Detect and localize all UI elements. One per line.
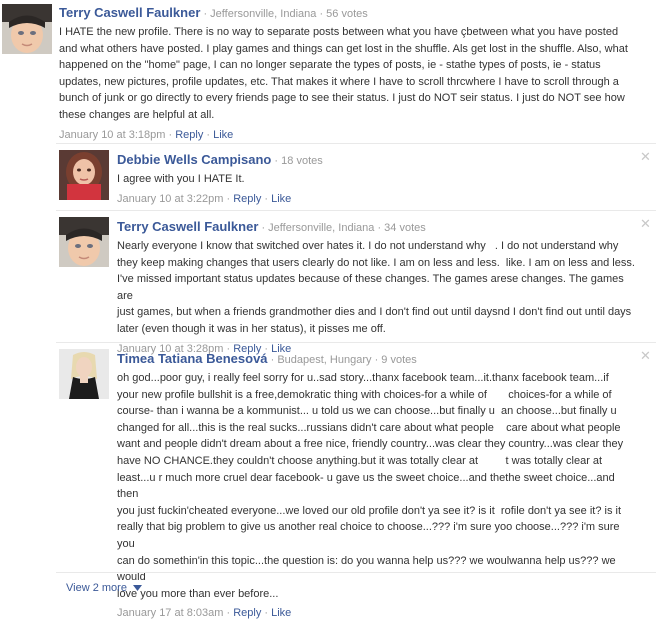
comment-text-line: changed for all...this is the real sucks… [117, 421, 621, 434]
like-link[interactable]: Like [271, 607, 291, 619]
comment-text: I HATE the new profile. There is no way … [59, 24, 634, 124]
comment-text-line: updates, new pictures, profile updates, … [59, 75, 619, 88]
chevron-down-icon [133, 585, 142, 591]
meta-separator: · [377, 222, 382, 234]
avatar-woman-photo [59, 150, 109, 200]
comment-text-line: bunch of junk or go directly to every fr… [59, 92, 625, 105]
avatar[interactable] [2, 4, 52, 54]
vote-count: 34 votes [384, 222, 426, 234]
comment-divider [56, 572, 656, 573]
meta-separator: · [264, 192, 269, 205]
meta-separator: · [270, 354, 275, 366]
like-link[interactable]: Like [271, 193, 291, 205]
close-icon[interactable]: ✕ [640, 150, 651, 163]
meta-separator: · [168, 128, 173, 141]
vote-count: 18 votes [281, 155, 323, 167]
comment-timestamp[interactable]: January 10 at 3:18pm [59, 129, 165, 141]
comment-text-line: I HATE the new profile. There is no way … [59, 26, 619, 38]
comment-location: Jeffersonville, Indiana [210, 8, 317, 20]
close-icon[interactable]: ✕ [640, 349, 651, 362]
reply-link[interactable]: Reply [233, 607, 261, 619]
comment: ✕ Timea Tatiana Benesová · Budapest, Hun… [0, 343, 656, 619]
comment-text: oh god...poor guy, i really feel sorry f… [117, 370, 637, 602]
view-more-link[interactable]: View 2 more [66, 582, 142, 594]
comment-text-line: and what others have posted. I play game… [59, 42, 628, 55]
reply-link[interactable]: Reply [233, 193, 261, 205]
meta-separator: · [319, 8, 324, 20]
comment-text-line: your new profile bullshit is a free,demo… [117, 388, 612, 401]
avatar[interactable] [59, 349, 109, 399]
meta-separator: · [203, 8, 208, 20]
meta-separator: · [274, 155, 279, 167]
comment-text-line: just games, but when a friends grandmoth… [117, 306, 632, 319]
meta-separator: · [206, 128, 211, 141]
avatar[interactable] [59, 217, 109, 267]
comment-timestamp[interactable]: January 10 at 3:22pm [117, 193, 223, 205]
comment-text: I agree with you I HATE It. [117, 171, 637, 188]
view-more-label: View 2 more [66, 582, 127, 594]
close-icon[interactable]: ✕ [640, 217, 651, 230]
comment: ✕ Terry Caswell Faulkner · Jeffersonvill… [0, 211, 656, 355]
comment-text-line: you just fuckin'cheated everyone...we lo… [117, 504, 622, 517]
comment-text-line: I agree with you I HATE It. [117, 173, 245, 185]
comment: Terry Caswell Faulkner · Jeffersonville,… [0, 0, 656, 142]
comment-text-line: have NO CHANCE.they couldn't choose anyt… [117, 454, 603, 467]
comment-author[interactable]: Terry Caswell Faulkner [117, 219, 258, 234]
comment-author[interactable]: Terry Caswell Faulkner [59, 5, 200, 20]
comment-text-line: least...u r much more cruel dear faceboo… [117, 471, 615, 501]
comment-author[interactable]: Timea Tatiana Benesová [117, 351, 268, 366]
comment-text-line: really that big problem to give us anoth… [117, 521, 620, 550]
comment-location: Jeffersonville, Indiana [268, 222, 375, 234]
vote-count: 9 votes [381, 354, 417, 366]
meta-separator: · [261, 222, 266, 234]
reply-link[interactable]: Reply [175, 129, 203, 141]
meta-separator: · [264, 607, 269, 620]
comment-text-line: oh god...poor guy, i really feel sorry f… [117, 372, 609, 384]
avatar-boy-photo [2, 4, 52, 54]
comment-text-line: course- than i wanna be a kommunist... u… [117, 405, 617, 418]
comment: ✕ Debbie Wells Campisano · 18 votes I ag… [0, 144, 656, 208]
meta-separator: · [374, 354, 379, 366]
comment-text-line: these changes are helpful at all. [59, 108, 215, 121]
meta-separator: · [226, 607, 231, 620]
comment-text-line: they keep making changes that users clea… [117, 256, 635, 269]
comment-text-line: love you more than ever before... [117, 587, 279, 600]
comment-text-line: want and people didn't dream about a fre… [117, 438, 624, 451]
comment-timestamp[interactable]: January 17 at 8:03am [117, 607, 223, 619]
comment-text-line: happened on the "home" page, I can no lo… [59, 59, 601, 72]
avatar-boy-photo [59, 217, 109, 267]
vote-count: 56 votes [326, 8, 368, 20]
comment-text-line: can do somethin'in this topic...the ques… [117, 554, 616, 584]
meta-separator: · [226, 192, 231, 205]
like-link[interactable]: Like [213, 129, 233, 141]
comment-location: Budapest, Hungary [277, 354, 372, 366]
comment-text: Nearly everyone I know that switched ove… [117, 238, 637, 338]
avatar-woman-photo [59, 349, 109, 399]
comment-text-line: later (even though it was in her status)… [117, 322, 386, 335]
comment-author[interactable]: Debbie Wells Campisano [117, 152, 271, 167]
comment-text-line: Nearly everyone I know that switched ove… [117, 240, 619, 252]
avatar[interactable] [59, 150, 109, 200]
comment-text-line: I've missed important status updates bec… [117, 273, 624, 302]
